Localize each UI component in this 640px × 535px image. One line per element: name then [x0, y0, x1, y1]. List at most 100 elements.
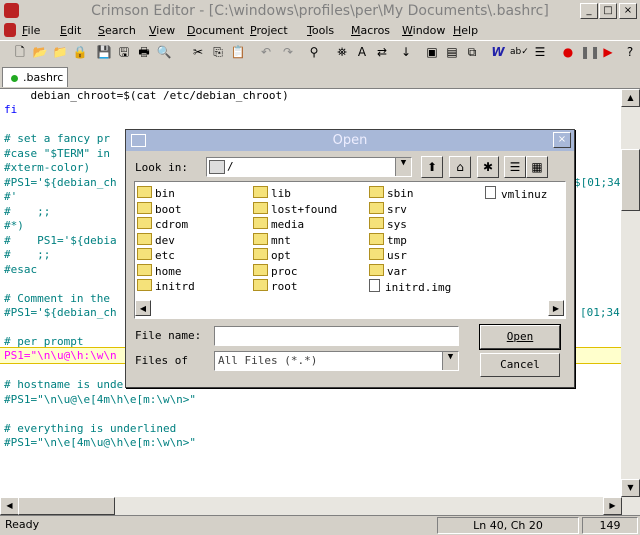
file-name-label: File name: — [135, 329, 202, 342]
pause-macro-icon[interactable]: ❚❚ — [580, 44, 600, 60]
word-wrap-icon[interactable]: W — [490, 44, 506, 60]
goto-icon[interactable]: ↓ — [398, 44, 414, 60]
toggle-panel-icon[interactable]: ▣ — [424, 44, 440, 60]
file-list-item-label: proc — [271, 264, 298, 278]
new-folder-icon[interactable]: ✱ — [477, 156, 499, 178]
list-view-icon[interactable]: ☰ — [504, 156, 526, 178]
file-list-item[interactable]: proc — [253, 263, 298, 279]
menu-help[interactable]: Help — [453, 24, 478, 37]
new-file-icon[interactable]: 🗋 — [12, 44, 28, 60]
line-numbers-icon[interactable]: ☰ — [532, 44, 548, 60]
scroll-left-icon[interactable]: ◀ — [0, 497, 19, 515]
up-folder-icon[interactable]: ⬆ — [421, 156, 443, 178]
open-button[interactable]: Open — [480, 325, 560, 349]
file-list-item[interactable]: var — [369, 263, 407, 279]
lock-icon[interactable]: 🔒 — [72, 44, 88, 60]
file-list-item[interactable]: sbin — [369, 186, 414, 201]
paste-icon[interactable]: 📋 — [230, 44, 246, 60]
copy-icon[interactable]: ⎘ — [210, 44, 226, 60]
maximize-button[interactable]: □ — [599, 3, 617, 19]
document-icon[interactable] — [4, 23, 16, 37]
menu-edit[interactable]: Edit — [60, 24, 81, 37]
file-list-item[interactable]: media — [253, 217, 304, 232]
modified-indicator-icon — [11, 74, 18, 82]
binoculars-icon[interactable]: ⛯ — [334, 44, 350, 60]
spell-check-icon[interactable]: ab✓ — [510, 44, 529, 60]
details-view-icon[interactable]: ▦ — [526, 156, 548, 178]
redo-icon[interactable]: ↷ — [280, 44, 296, 60]
help-icon[interactable]: ? — [622, 44, 638, 60]
save-icon[interactable]: 💾 — [96, 44, 112, 60]
list-scroll-right-icon[interactable]: ▶ — [548, 300, 564, 316]
scroll-down-icon[interactable]: ▼ — [621, 479, 640, 497]
replace-icon[interactable]: ⇄ — [374, 44, 390, 60]
open-folder-icon[interactable]: 📂 — [32, 44, 48, 60]
status-position: Ln 40, Ch 20 — [437, 517, 579, 534]
look-in-combo[interactable]: / ▼ — [206, 157, 412, 177]
file-list-item[interactable]: opt — [253, 248, 291, 263]
file-list-item[interactable]: srv — [369, 201, 407, 217]
file-list-item[interactable]: lost+found — [253, 201, 337, 217]
close-button[interactable]: × — [619, 3, 637, 19]
cancel-button[interactable]: Cancel — [480, 353, 560, 377]
dialog-title-bar[interactable]: Open × — [126, 130, 574, 151]
menu-project[interactable]: Project — [250, 24, 288, 37]
scroll-thumb[interactable] — [621, 149, 640, 211]
file-list-item[interactable]: sys — [369, 217, 407, 232]
save-all-icon[interactable]: 🖫 — [116, 44, 132, 60]
undo-icon[interactable]: ↶ — [258, 44, 274, 60]
file-list-item[interactable]: tmp — [369, 232, 407, 248]
code-line: # Comment in the — [4, 292, 110, 305]
file-type-combo[interactable]: All Files (*.*) ▼ — [214, 351, 459, 371]
file-list[interactable]: ◀ ▶ bin boot cdrom dev etc home initrd lib lost+… — [134, 181, 566, 319]
directory-tree-icon[interactable]: ▤ — [444, 44, 460, 60]
file-list-item[interactable]: usr — [369, 248, 407, 263]
horizontal-scrollbar[interactable]: ◀ ▶ — [0, 497, 640, 515]
find-next-icon[interactable]: A — [354, 44, 370, 60]
menu-view[interactable]: View — [149, 24, 175, 37]
menu-document[interactable]: Document — [187, 24, 244, 37]
file-list-item[interactable]: lib — [253, 186, 291, 201]
home-icon[interactable]: ⌂ — [449, 156, 471, 178]
menu-macros[interactable]: Macros — [351, 24, 390, 37]
title-bar[interactable]: Crimson Editor - [C:\windows\profiles\pe… — [0, 0, 640, 22]
file-list-item[interactable]: root — [253, 279, 298, 294]
code-line: #PS1='${debian_ch — [4, 176, 117, 189]
open-remote-icon[interactable]: 📁 — [52, 44, 68, 60]
file-list-item[interactable]: bin — [137, 186, 175, 201]
scroll-right-icon[interactable]: ▶ — [603, 497, 622, 515]
file-list-item[interactable]: initrd.img — [369, 279, 451, 294]
dialog-close-button[interactable]: × — [553, 132, 571, 148]
tab-bashrc[interactable]: .bashrc — [2, 67, 68, 87]
file-list-item[interactable]: dev — [137, 232, 175, 248]
file-list-item[interactable]: initrd — [137, 279, 195, 294]
file-list-item[interactable]: boot — [137, 201, 182, 217]
code-line: # everything is underlined — [4, 422, 177, 435]
folder-icon — [253, 232, 268, 245]
list-scroll-left-icon[interactable]: ◀ — [135, 300, 151, 316]
look-in-dropdown-icon[interactable]: ▼ — [395, 158, 411, 176]
play-macro-icon[interactable]: ▶ — [600, 44, 616, 60]
file-list-item[interactable]: cdrom — [137, 217, 188, 232]
hscroll-thumb[interactable] — [18, 497, 115, 515]
file-list-item[interactable]: home — [137, 263, 182, 279]
file-name-input[interactable] — [214, 326, 459, 346]
menu-tools[interactable]: Tools — [307, 24, 334, 37]
menu-window[interactable]: Window — [402, 24, 445, 37]
menu-file[interactable]: File — [22, 24, 40, 37]
hex-view-icon[interactable]: ⧉ — [464, 44, 480, 60]
file-list-item[interactable]: vmlinuz — [485, 186, 547, 201]
vertical-scrollbar[interactable]: ▲ ▼ — [621, 89, 640, 497]
print-icon[interactable]: 🖶 — [136, 44, 152, 60]
cut-icon[interactable]: ✂ — [190, 44, 206, 60]
file-type-dropdown-icon[interactable]: ▼ — [442, 352, 458, 370]
scroll-up-icon[interactable]: ▲ — [621, 89, 640, 107]
print-preview-icon[interactable]: 🔍 — [156, 44, 172, 60]
menu-search[interactable]: Search — [98, 24, 136, 37]
record-macro-icon[interactable]: ● — [560, 44, 576, 60]
file-list-item[interactable]: etc — [137, 248, 175, 263]
find-icon[interactable]: ⚲ — [306, 44, 322, 60]
file-list-item[interactable]: mnt — [253, 232, 291, 248]
file-list-item-label: bin — [155, 187, 175, 200]
minimize-button[interactable]: _ — [580, 3, 598, 19]
